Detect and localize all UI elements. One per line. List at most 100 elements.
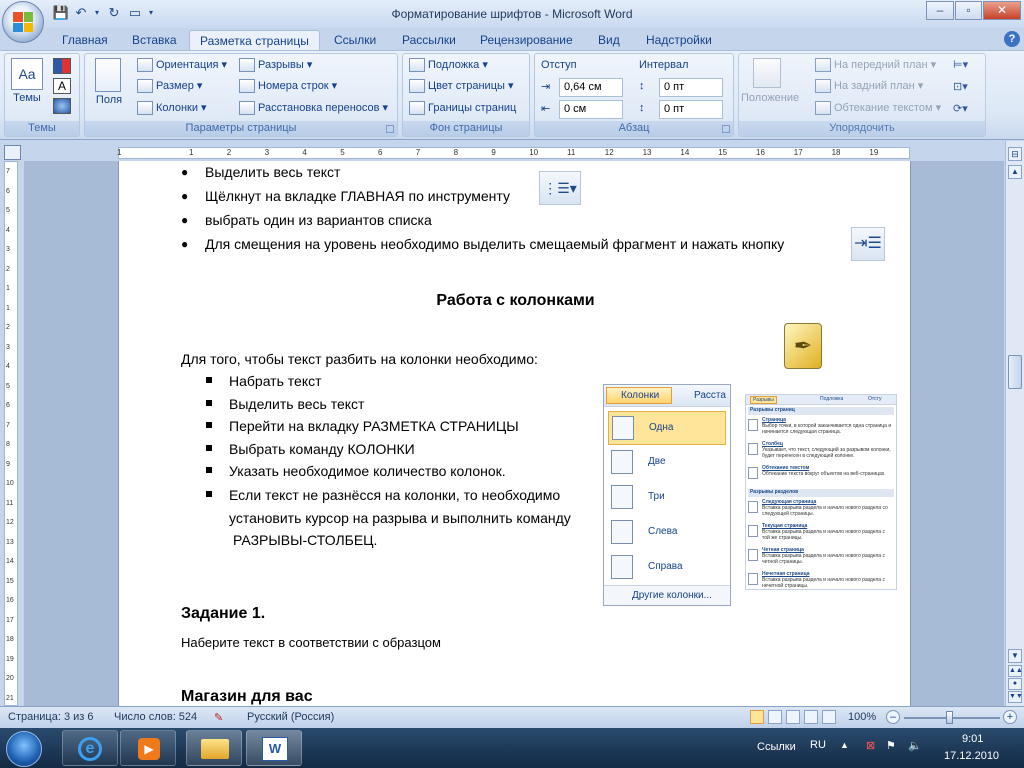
columns-button[interactable]: Колонки ▾ [137,99,207,118]
themes-button-label[interactable]: Темы [9,92,45,104]
word-taskbar-icon[interactable]: W [246,730,302,766]
print-layout-icon[interactable] [750,710,764,724]
ruler-toggle-icon[interactable]: ⊟ [1008,147,1022,161]
zoom-out-icon[interactable]: – [886,710,900,724]
tab-insert[interactable]: Вставка [122,30,187,50]
margins-button[interactable]: Поля [91,94,127,106]
ruler-tick-label: 5 [6,207,10,214]
hyphenation-button[interactable]: Расстановка переносов ▾ [239,99,388,118]
document-area[interactable]: ● Выделить весь текст ● Щёлкнут на вклад… [24,161,1004,706]
text-wrap-button[interactable]: Обтекание текстом ▾ [815,99,941,118]
ruler-tick-label: 7 [415,148,421,157]
page-color-button[interactable]: Цвет страницы ▾ [409,77,513,96]
qat-customize-icon[interactable]: ▾ [142,4,160,22]
align-icon[interactable]: ⊨▾ [953,58,975,72]
page-setup-launcher-icon[interactable] [386,125,394,133]
paragraph-launcher-icon[interactable] [722,125,730,133]
scroll-down-icon[interactable]: ▼ [1008,649,1022,663]
tab-view[interactable]: Вид [588,30,630,50]
line-numbers-button[interactable]: Номера строк ▾ [239,77,337,96]
scroll-up-icon[interactable]: ▲ [1008,165,1022,179]
links-toolbar[interactable]: Ссылки [757,741,796,753]
margins-icon[interactable] [95,58,121,92]
tab-review[interactable]: Рецензирование [470,30,583,50]
previous-page-icon[interactable]: ▲▲ [1008,665,1023,677]
web-layout-icon[interactable] [786,710,800,724]
tab-home[interactable]: Главная [52,30,118,50]
horizontal-ruler[interactable]: 1 1 2 3 4 5 6 7 8 9 10 11 12 13 14 15 16 17 18 19 [117,147,910,159]
close-button[interactable]: ✕ [983,1,1021,20]
page-borders-icon [409,101,425,116]
volume-icon[interactable]: 🔈 [908,739,922,752]
indent-right-input[interactable]: 0 см [559,100,623,119]
show-hidden-icons-icon[interactable]: ▲ [840,740,849,750]
undo-dropdown-icon[interactable]: ▾ [88,4,106,22]
media-player-taskbar-icon[interactable]: ▶ [120,730,176,766]
internet-explorer-taskbar-icon[interactable]: e [62,730,118,766]
browse-object-icon[interactable]: ● [1008,678,1022,690]
help-icon[interactable]: ? [1004,31,1020,47]
minimize-button[interactable]: – [926,1,954,20]
page-borders-button[interactable]: Границы страниц [409,99,516,118]
send-back-button[interactable]: На задний план ▾ [815,77,923,96]
tab-mailings[interactable]: Рассылки [392,30,466,50]
redo-icon[interactable]: ↻ [105,4,123,22]
rotate-icon[interactable]: ⟳▾ [953,102,975,116]
position-button[interactable]: Положение [741,92,799,104]
zoom-in-icon[interactable]: + [1003,710,1017,724]
scroll-thumb[interactable] [1008,355,1022,389]
spacing-after-input[interactable]: 0 пт [659,100,723,119]
group-page-background: Подложка ▾ Цвет страницы ▾ Границы стран… [402,53,530,137]
position-icon[interactable] [753,58,781,88]
themes-icon[interactable]: Aa [11,58,43,90]
orientation-label: Ориентация [156,59,219,71]
increase-indent-icon: ⇥☰ [851,227,885,261]
outline-view-icon[interactable] [804,710,818,724]
theme-effects-icon[interactable] [53,98,71,114]
zoom-slider-thumb[interactable] [946,711,953,724]
breaks-button[interactable]: Разрывы ▾ [239,56,312,75]
left-column-icon [611,520,633,544]
next-page-icon[interactable]: ▼▼ [1008,691,1023,703]
size-button[interactable]: Размер ▾ [137,77,202,96]
indent-left-input[interactable]: 0,64 см [559,78,623,97]
tab-selector-button[interactable] [4,145,21,160]
draft-view-icon[interactable] [822,710,836,724]
ruler-tick-label: 10 [6,480,14,487]
vertical-ruler[interactable]: 7 6 5 4 3 2 1 1 2 3 4 5 6 7 8 9 10 11 12 13 14 15 16 17 18 19 20 21 [4,161,18,706]
tab-addins[interactable]: Надстройки [636,30,722,50]
vertical-scrollbar[interactable]: ⊟ ▲ ▼ ▲▲ ● ▼▼ [1005,141,1024,706]
clock-time[interactable]: 9:01 [962,733,983,745]
page-color-icon [409,79,425,94]
clock-date[interactable]: 17.12.2010 [944,750,999,762]
ruler-tick-label: 3 [6,246,10,253]
zoom-level[interactable]: 100% [848,711,876,723]
language-status[interactable]: Русский (Россия) [247,711,334,723]
theme-fonts-icon[interactable]: A [53,78,71,94]
watermark-button[interactable]: Подложка ▾ [409,56,488,75]
network-icon[interactable]: ⊠ [866,739,875,752]
group-objects-icon[interactable]: ⊡▾ [953,80,975,94]
maximize-button[interactable]: ▫ [955,1,982,20]
bring-front-button[interactable]: На передний план ▾ [815,56,936,75]
page-count-status[interactable]: Страница: 3 из 6 [8,711,94,723]
spacing-before-input[interactable]: 0 пт [659,78,723,97]
theme-colors-icon[interactable] [53,58,71,74]
ruler-tick-label: 21 [6,694,14,702]
input-language[interactable]: RU [810,739,826,751]
office-button[interactable] [2,1,44,43]
proofing-icon[interactable]: ✎ [214,711,223,724]
page-color-label: Цвет страницы [428,80,505,92]
action-center-icon[interactable]: ⚑ [886,739,896,752]
save-icon[interactable]: 💾 [52,4,70,22]
tab-references[interactable]: Ссылки [324,30,386,50]
orientation-button[interactable]: Ориентация ▾ [137,56,227,75]
tab-page-layout[interactable]: Разметка страницы [189,30,320,50]
indent-left-icon: ⇥ [541,81,551,93]
full-screen-reading-icon[interactable] [768,710,782,724]
line-numbers-icon [239,79,255,94]
start-button[interactable] [6,731,42,767]
word-count-status[interactable]: Число слов: 524 [114,711,197,723]
ruler-tick-label: 2 [226,148,232,157]
explorer-taskbar-icon[interactable] [186,730,242,766]
